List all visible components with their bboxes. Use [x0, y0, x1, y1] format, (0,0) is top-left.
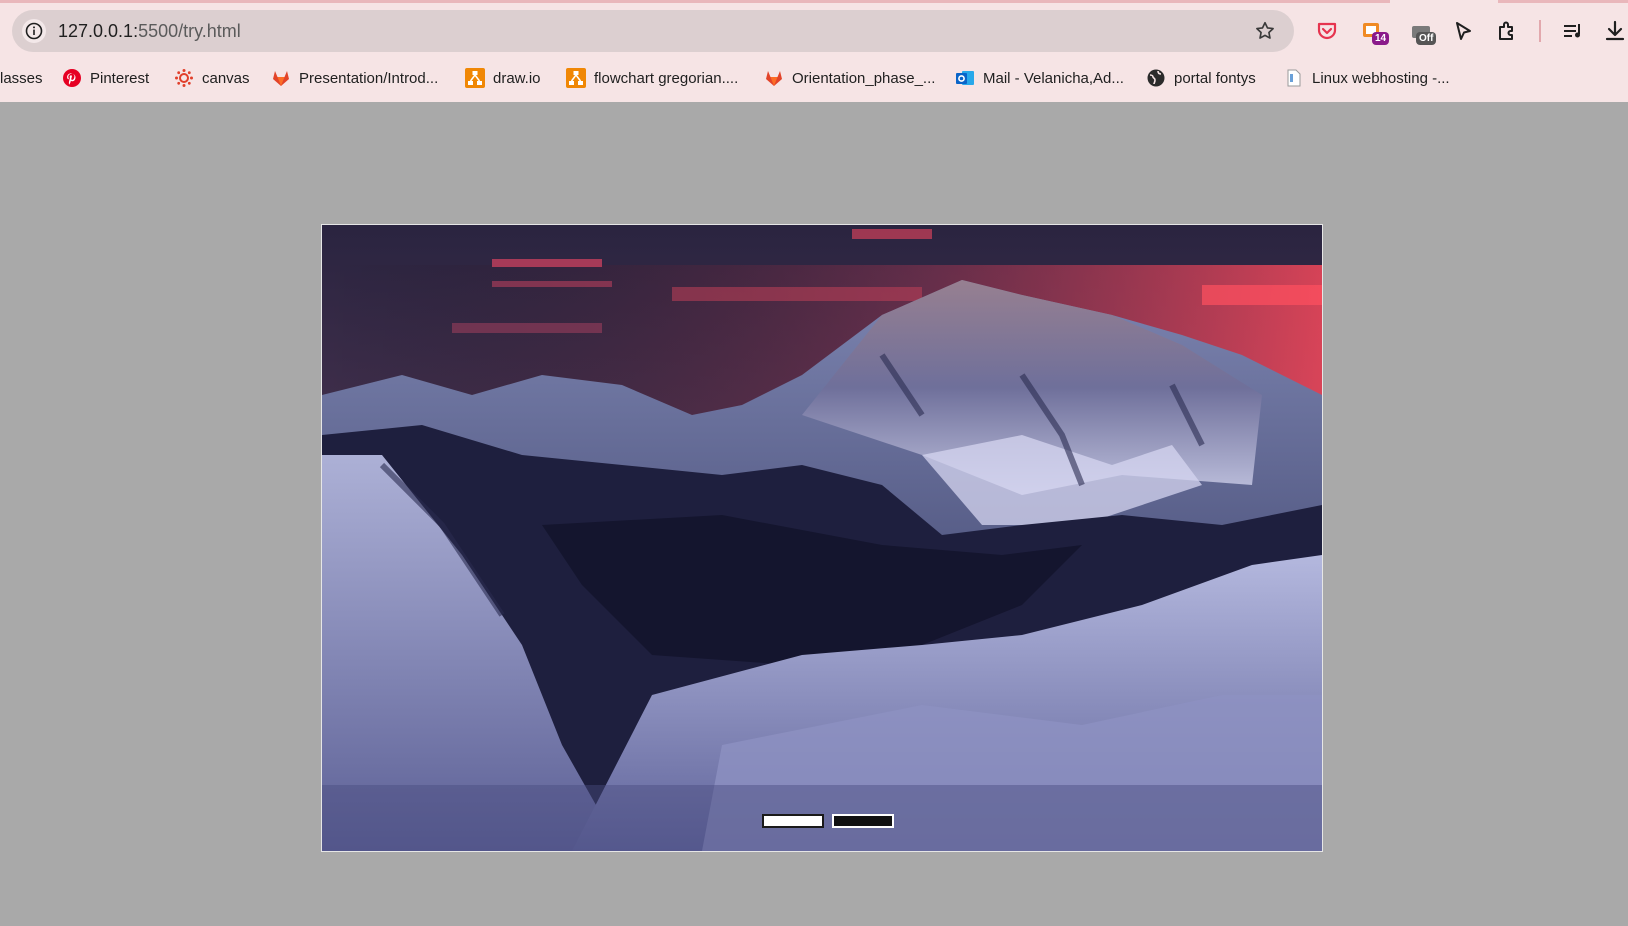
bookmark-label: draw.io [493, 69, 541, 87]
gitlab-icon [271, 68, 291, 88]
tab-strip-accent [1498, 0, 1628, 3]
off-badge: Off [1416, 32, 1437, 45]
bookmark-label: Mail - Velanicha,Ad... [983, 69, 1124, 87]
pocket-icon[interactable] [1314, 18, 1340, 44]
reading-list-icon[interactable] [1560, 18, 1586, 44]
bookmark-star-icon[interactable] [1254, 20, 1276, 42]
bookmark-label: flowchart gregorian.... [594, 69, 739, 87]
bookmark-presentation[interactable]: Presentation/Introd... [271, 62, 438, 94]
bookmark-orientation[interactable]: Orientation_phase_... [764, 62, 935, 94]
tab-count-badge: 14 [1372, 32, 1390, 45]
bookmark-drawio[interactable]: draw.io [465, 62, 541, 94]
gitlab-icon [764, 68, 784, 88]
slide-dot-1[interactable] [762, 814, 824, 828]
toggle-off-icon[interactable]: Off [1408, 18, 1437, 45]
url-text[interactable]: 127.0.0.1:5500/try.html [58, 21, 241, 42]
bookmark-flowchart[interactable]: flowchart gregorian.... [566, 62, 738, 94]
url-path: 5500/try.html [138, 21, 241, 41]
download-icon[interactable] [1602, 18, 1628, 44]
tab-counter-icon[interactable]: 14 [1360, 18, 1390, 45]
drawio-icon [465, 68, 485, 88]
extensions-puzzle-icon[interactable] [1494, 18, 1520, 44]
globe-icon [1146, 68, 1166, 88]
slide-dot-2[interactable] [832, 814, 894, 828]
pinterest-icon [62, 68, 82, 88]
tab-strip-accent [0, 0, 1390, 3]
browser-toolbar: 127.0.0.1:5500/try.html 14 Off lasses Pi… [0, 0, 1628, 102]
url-host: 127.0.0.1: [58, 21, 139, 41]
bookmark-label: canvas [202, 69, 250, 87]
bookmark-label: Linux webhosting -... [1312, 69, 1450, 87]
site-info-icon[interactable] [22, 19, 46, 43]
bookmark-label: Presentation/Introd... [299, 69, 439, 87]
bookmark-label: Orientation_phase_... [792, 69, 936, 87]
drawio-icon [566, 68, 586, 88]
toolbar-separator [1539, 20, 1541, 42]
bookmark-canvas[interactable]: canvas [174, 62, 250, 94]
canvas-icon [174, 68, 194, 88]
bookmark-label: lasses [0, 69, 43, 87]
page-icon [1284, 68, 1304, 88]
mountain-photo [322, 225, 1322, 851]
bookmark-label: Pinterest [90, 69, 150, 87]
slideshow-image [321, 224, 1323, 852]
bookmark-classes[interactable]: lasses [0, 62, 43, 94]
bookmark-portal-fontys[interactable]: portal fontys [1146, 62, 1256, 94]
bookmark-label: portal fontys [1174, 69, 1256, 87]
address-bar[interactable]: 127.0.0.1:5500/try.html [12, 10, 1294, 52]
bookmark-linux-webhosting[interactable]: Linux webhosting -... [1284, 62, 1450, 94]
outlook-icon [955, 68, 975, 88]
bookmarks-bar: lasses Pinterest canvas Presentation/Int… [0, 62, 1628, 94]
bookmark-pinterest[interactable]: Pinterest [62, 62, 149, 94]
cursor-icon[interactable] [1450, 18, 1476, 44]
bookmark-mail[interactable]: Mail - Velanicha,Ad... [955, 62, 1124, 94]
